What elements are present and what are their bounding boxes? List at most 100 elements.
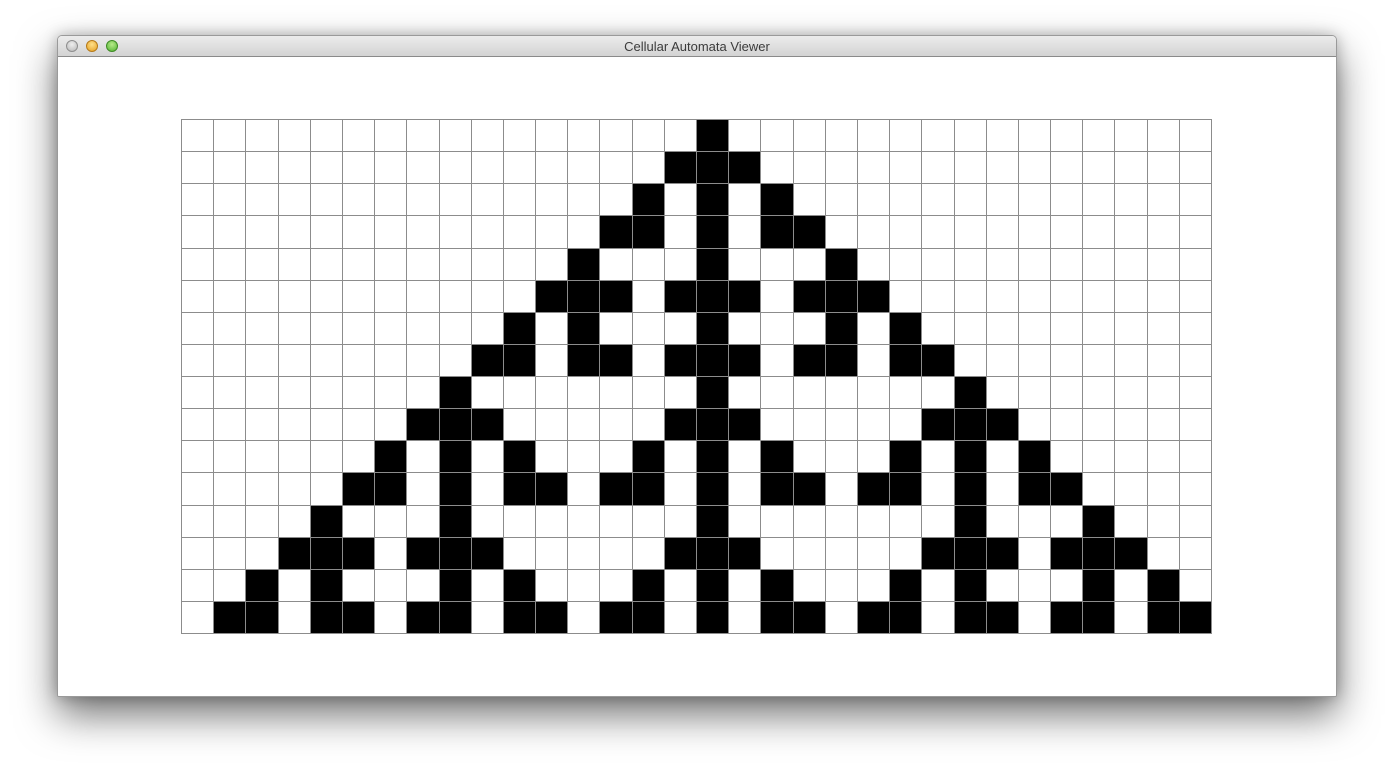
cell-dead [632,377,665,410]
cell-dead [536,505,569,538]
cell-dead [182,441,215,474]
cell-dead [1179,441,1212,474]
cell-dead [1083,344,1116,377]
cell-dead [214,216,247,249]
cell-dead [664,312,697,345]
cell-alive [954,377,987,410]
cell-dead [278,216,311,249]
cell-dead [825,505,858,538]
cell-dead [536,377,569,410]
cell-alive [503,312,537,345]
cell-alive [407,601,440,634]
cell-dead [471,473,504,506]
cell-alive [664,152,697,185]
cell-alive [793,216,826,249]
cell-alive [729,152,762,185]
cell-alive [632,473,665,506]
cell-alive [407,409,440,442]
title-bar[interactable]: Cellular Automata Viewer [58,36,1336,57]
cell-alive [922,409,955,442]
cell-dead [986,441,1019,474]
cell-dead [214,120,247,153]
cell-dead [342,505,376,538]
cell-dead [600,120,633,153]
cell-dead [1179,184,1212,217]
cell-alive [793,601,826,634]
cell-alive [632,216,665,249]
cell-dead [407,377,440,410]
cell-alive [697,569,730,602]
cell-dead [1179,377,1212,410]
cell-dead [664,377,697,410]
cell-alive [632,184,665,217]
cell-dead [214,248,247,281]
cell-dead [600,377,633,410]
cell-dead [407,569,440,602]
cell-dead [1083,216,1116,249]
cell-alive [697,312,730,345]
cell-dead [568,569,601,602]
cell-dead [1179,569,1212,602]
cell-dead [439,152,472,185]
cell-alive [568,280,601,313]
cell-dead [1051,505,1084,538]
cell-dead [503,248,537,281]
cell-dead [793,377,826,410]
cell-dead [600,537,633,570]
cell-dead [503,377,537,410]
cell-dead [375,569,408,602]
cell-dead [1051,409,1084,442]
cell-dead [503,409,537,442]
cell-dead [922,216,955,249]
cell-dead [536,409,569,442]
cell-dead [503,280,537,313]
cell-alive [439,377,472,410]
cell-alive [503,344,537,377]
cell-dead [664,441,697,474]
cell-dead [793,569,826,602]
cell-alive [954,409,987,442]
cell-dead [375,344,408,377]
cell-dead [729,569,762,602]
cell-dead [825,569,858,602]
cell-dead [407,280,440,313]
cell-alive [600,601,633,634]
cell-alive [697,280,730,313]
cell-dead [1083,152,1116,185]
cell-dead [1115,409,1148,442]
cell-dead [182,377,215,410]
cell-dead [986,344,1019,377]
cell-dead [342,441,376,474]
cell-dead [471,152,504,185]
cell-dead [246,344,279,377]
cell-dead [568,120,601,153]
cell-dead [407,152,440,185]
cell-dead [182,505,215,538]
cell-dead [922,120,955,153]
cell-dead [664,184,697,217]
cell-dead [182,152,215,185]
cell-dead [182,537,215,570]
cell-alive [214,601,247,634]
cell-dead [182,312,215,345]
cell-alive [857,473,891,506]
cell-dead [632,120,665,153]
cell-dead [954,184,987,217]
cell-dead [793,537,826,570]
cell-dead [503,216,537,249]
cell-dead [761,312,794,345]
cell-dead [568,184,601,217]
cell-dead [793,441,826,474]
cell-dead [761,120,794,153]
cell-dead [664,248,697,281]
cell-dead [278,120,311,153]
cell-alive [729,280,762,313]
cell-dead [1083,377,1116,410]
cell-alive [568,344,601,377]
cell-dead [793,312,826,345]
cell-dead [986,280,1019,313]
cell-dead [278,409,311,442]
cell-dead [568,409,601,442]
cell-dead [536,312,569,345]
cell-dead [922,280,955,313]
